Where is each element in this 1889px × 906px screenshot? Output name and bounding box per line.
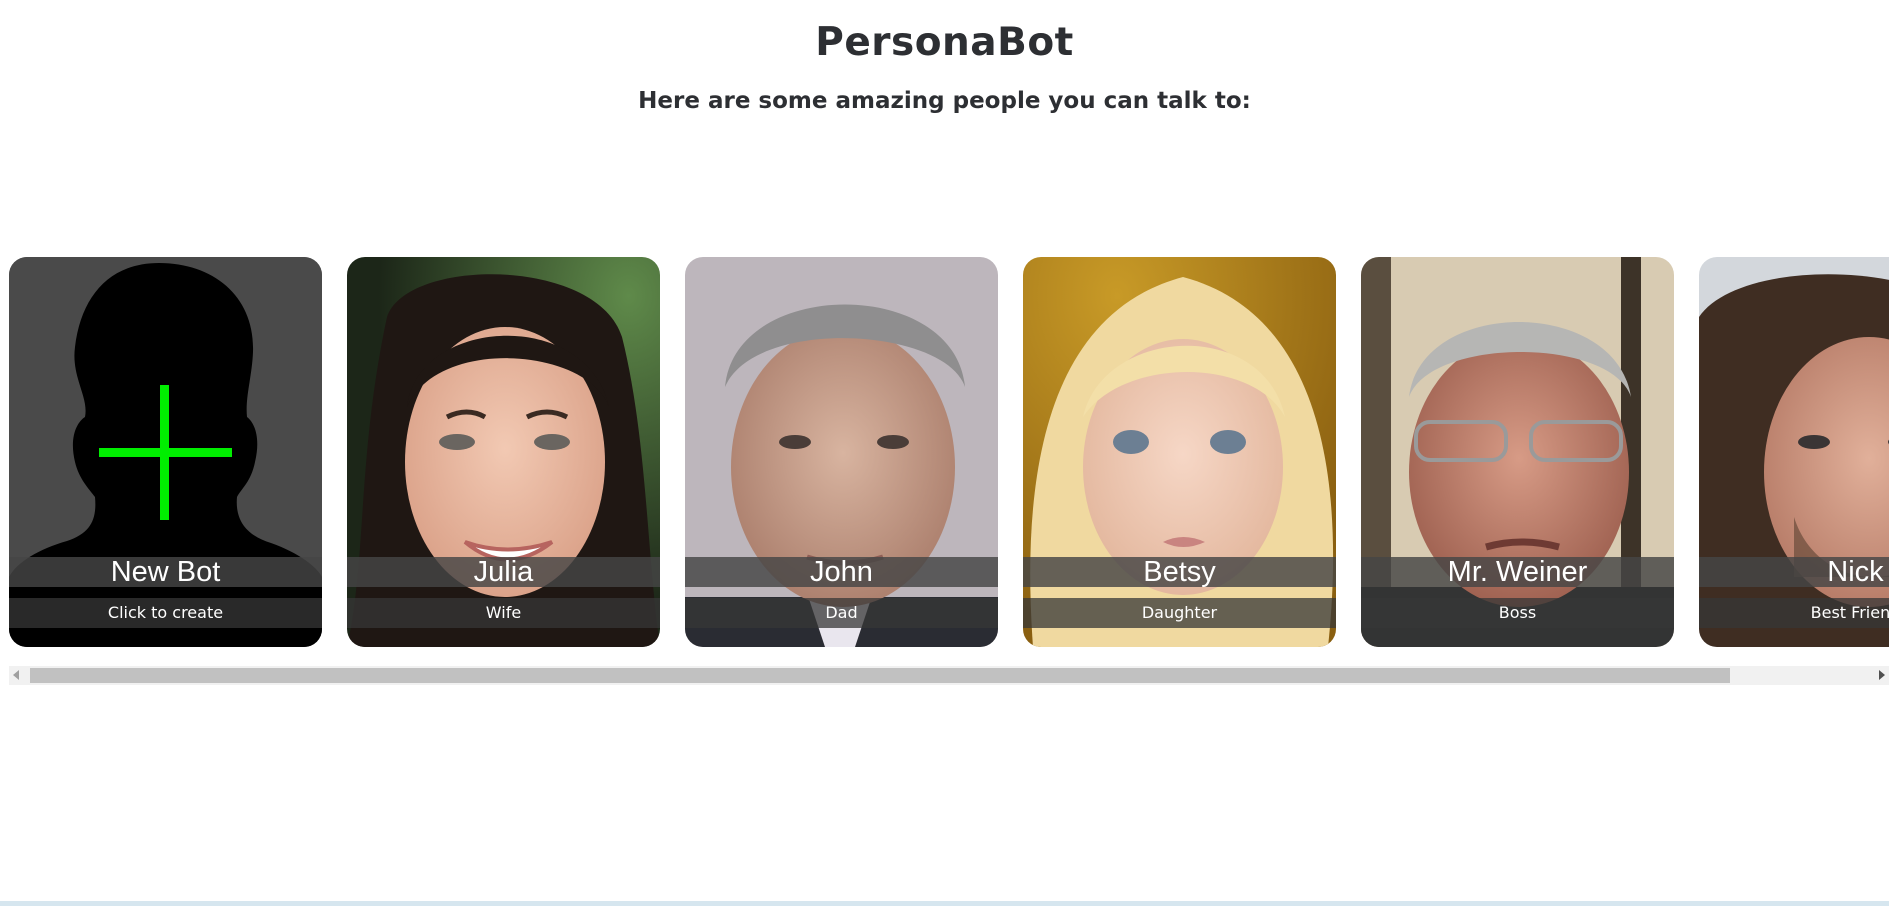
john-photo (685, 257, 998, 647)
betsy-photo (1023, 257, 1336, 647)
scroll-left-arrow-icon[interactable] (13, 670, 19, 680)
page-subtitle: Here are some amazing people you can tal… (638, 88, 1251, 114)
card-name: John (685, 557, 998, 587)
persona-card-julia[interactable]: Julia Wife (347, 257, 660, 647)
scrollbar-thumb[interactable] (30, 668, 1730, 683)
horizontal-scrollbar[interactable] (9, 666, 1889, 685)
persona-card-nick[interactable]: Nick Best Friend (1699, 257, 1889, 647)
card-role: Daughter (1023, 598, 1336, 628)
card-name: Nick (1699, 557, 1889, 587)
card-role: Boss (1361, 598, 1674, 628)
persona-carousel[interactable]: New Bot Click to create Julia Wife John … (9, 257, 1889, 647)
card-role: Dad (685, 598, 998, 628)
julia-photo (347, 257, 660, 647)
persona-card-mr-weiner[interactable]: Mr. Weiner Boss (1361, 257, 1674, 647)
persona-card-betsy[interactable]: Betsy Daughter (1023, 257, 1336, 647)
card-role: Wife (347, 598, 660, 628)
card-name: Betsy (1023, 557, 1336, 587)
mr-weiner-photo (1361, 257, 1674, 647)
card-role: Best Friend (1699, 598, 1889, 628)
scroll-right-arrow-icon[interactable] (1879, 670, 1885, 680)
nick-photo (1699, 257, 1889, 647)
new-bot-card[interactable]: New Bot Click to create (9, 257, 322, 647)
persona-card-john[interactable]: John Dad (685, 257, 998, 647)
card-name: Mr. Weiner (1361, 557, 1674, 587)
card-name: New Bot (9, 557, 322, 587)
card-role: Click to create (9, 598, 322, 628)
bottom-edge (0, 901, 1889, 906)
card-name: Julia (347, 557, 660, 587)
page-title: PersonaBot (815, 20, 1074, 65)
